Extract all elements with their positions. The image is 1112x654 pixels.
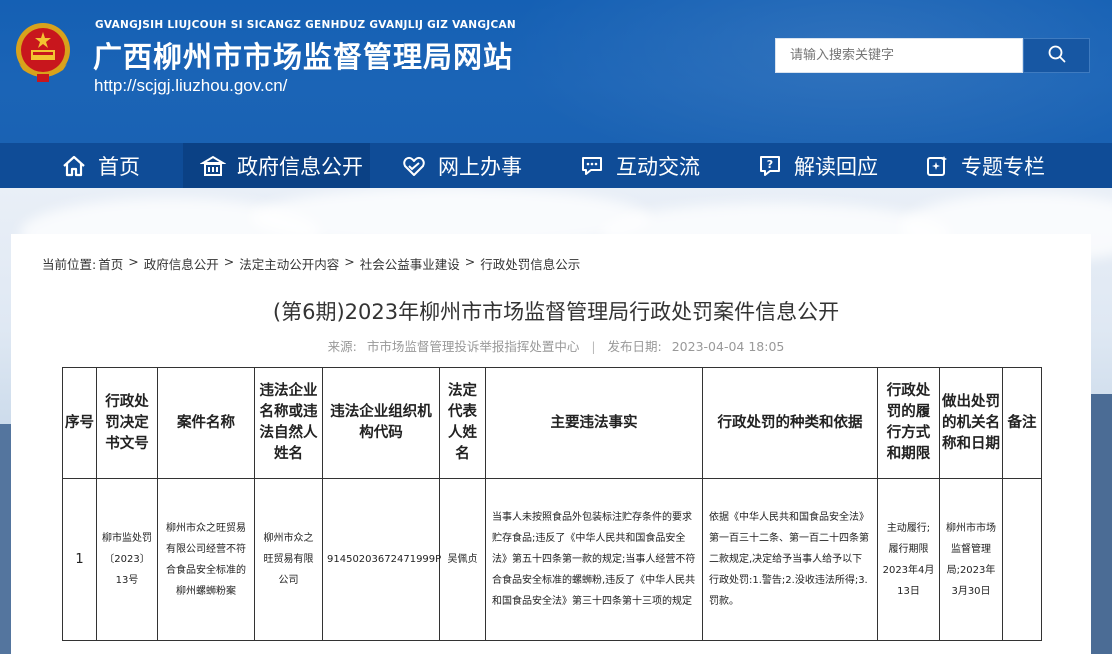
cell-authority: 柳州市市场监督管理局;2023年3月30日 bbox=[939, 478, 1003, 641]
meta-divider: | bbox=[591, 339, 596, 354]
nav-item-special-topics[interactable]: 专题专栏 bbox=[912, 143, 1112, 188]
question-chat-icon: ? bbox=[756, 152, 784, 180]
table-header: 做出处罚的机关名称和日期 bbox=[939, 367, 1003, 479]
nav-label: 解读回应 bbox=[794, 154, 878, 179]
cell-case-name: 柳州市众之旺贸易有限公司经营不符合食品安全标准的柳州螺蛳粉案 bbox=[157, 478, 255, 641]
breadcrumb-prefix: 当前位置: bbox=[42, 257, 97, 272]
cell-doc-no: 柳市监处罚〔2023〕13号 bbox=[96, 478, 158, 641]
date-label: 发布日期: bbox=[607, 339, 662, 354]
date-value: 2023-04-04 18:05 bbox=[671, 339, 785, 354]
source-value: 市市场监督管理投诉举报指挥处置中心 bbox=[366, 339, 580, 354]
table-row: 1 柳市监处罚〔2023〕13号 柳州市众之旺贸易有限公司经营不符合食品安全标准… bbox=[62, 478, 1042, 641]
table-header: 案件名称 bbox=[157, 367, 255, 479]
table-header: 行政处罚的履行方式和期限 bbox=[877, 367, 940, 479]
nav-item-gov-info[interactable]: 政府信息公开 bbox=[183, 143, 370, 188]
cell-org-code: 91450203672471999P bbox=[322, 478, 441, 641]
table-header: 法定代表人姓名 bbox=[439, 367, 486, 479]
site-pinyin: GVANGJSIH LIUJCOUH SI SICANGZ GENHDUZ GV… bbox=[95, 19, 516, 31]
search-input[interactable] bbox=[775, 38, 1023, 73]
nav-item-home[interactable]: 首页 bbox=[0, 143, 183, 188]
cell-no: 1 bbox=[62, 478, 97, 641]
nav-label: 专题专栏 bbox=[961, 154, 1045, 179]
nav-item-interaction[interactable]: 互动交流 bbox=[550, 143, 729, 188]
table-header: 序号 bbox=[62, 367, 97, 479]
breadcrumb-separator: > bbox=[464, 254, 476, 269]
nav-label: 互动交流 bbox=[616, 154, 700, 179]
site-name: 广西柳州市市场监督管理局网站 bbox=[93, 40, 514, 74]
source-label: 来源: bbox=[327, 339, 357, 354]
table-header-row: 序号 行政处罚决定书文号 案件名称 违法企业名称或违法自然人姓名 违法企业组织机… bbox=[62, 367, 1042, 479]
breadcrumb-item-home[interactable]: 首页 bbox=[98, 254, 123, 273]
site-header: GVANGJSIH LIUJCOUH SI SICANGZ GENHDUZ GV… bbox=[0, 0, 1112, 143]
cell-execution: 主动履行;履行期限2023年4月13日 bbox=[877, 478, 940, 641]
table-header: 违法企业名称或违法自然人姓名 bbox=[254, 367, 323, 479]
cell-facts: 当事人未按照食品外包装标注贮存条件的要求贮存食品;违反了《中华人民共和国食品安全… bbox=[485, 478, 703, 641]
breadcrumb-separator: > bbox=[223, 254, 235, 269]
breadcrumb-separator: > bbox=[344, 254, 355, 269]
article-title: (第6期)2023年柳州市市场监督管理局行政处罚案件信息公开 bbox=[272, 300, 840, 324]
nav-item-online-service[interactable]: 网上办事 bbox=[370, 143, 550, 188]
cell-legal-rep: 吴佩贞 bbox=[439, 478, 486, 641]
table-header: 行政处罚的种类和依据 bbox=[702, 367, 878, 479]
site-url: http://scjgj.liuzhou.gov.cn/ bbox=[94, 76, 288, 95]
nav-item-interpretation[interactable]: ? 解读回应 bbox=[729, 143, 912, 188]
table-header: 主要违法事实 bbox=[485, 367, 703, 479]
national-emblem-icon bbox=[11, 20, 75, 86]
breadcrumb-item-penalty-info[interactable]: 行政处罚信息公示 bbox=[480, 254, 580, 273]
search-icon bbox=[1047, 44, 1067, 68]
penalty-table: 序号 行政处罚决定书文号 案件名称 违法企业名称或违法自然人姓名 违法企业组织机… bbox=[62, 367, 1042, 641]
nav-label: 首页 bbox=[98, 154, 140, 179]
table-header: 违法企业组织机构代码 bbox=[322, 367, 440, 479]
breadcrumb-item-statutory[interactable]: 法定主动公开内容 bbox=[239, 254, 339, 273]
cell-penalty: 依据《中华人民共和国食品安全法》第一百三十二条、第一百二十四条第二款规定,决定给… bbox=[702, 478, 878, 641]
cell-party: 柳州市众之旺贸易有限公司 bbox=[254, 478, 323, 641]
main-nav: 首页 政府信息公开 网上办事 互动交流 ? 解读回应 专题专栏 bbox=[0, 143, 1112, 188]
home-icon bbox=[60, 152, 88, 180]
article-meta: 来源: 市市场监督管理投诉举报指挥处置中心 | 发布日期: 2023-04-04… bbox=[0, 336, 1112, 355]
table-header: 行政处罚决定书文号 bbox=[96, 367, 158, 479]
table-header: 备注 bbox=[1002, 367, 1042, 479]
cell-remark bbox=[1002, 478, 1042, 641]
sparkle-doc-icon bbox=[923, 152, 951, 180]
breadcrumb-item-gov-info[interactable]: 政府信息公开 bbox=[144, 254, 219, 273]
handshake-icon bbox=[400, 152, 428, 180]
chat-icon bbox=[578, 152, 606, 180]
breadcrumb: 当前位置: 首页 > 政府信息公开 > 法定主动公开内容 > 社会公益事业建设 … bbox=[42, 254, 580, 273]
svg-text:?: ? bbox=[767, 158, 773, 171]
nav-label: 网上办事 bbox=[438, 154, 522, 179]
breadcrumb-item-public-welfare[interactable]: 社会公益事业建设 bbox=[360, 254, 460, 273]
breadcrumb-separator: > bbox=[128, 254, 139, 269]
search-button[interactable] bbox=[1023, 38, 1090, 73]
nav-label: 政府信息公开 bbox=[237, 154, 363, 179]
building-icon bbox=[199, 152, 227, 180]
